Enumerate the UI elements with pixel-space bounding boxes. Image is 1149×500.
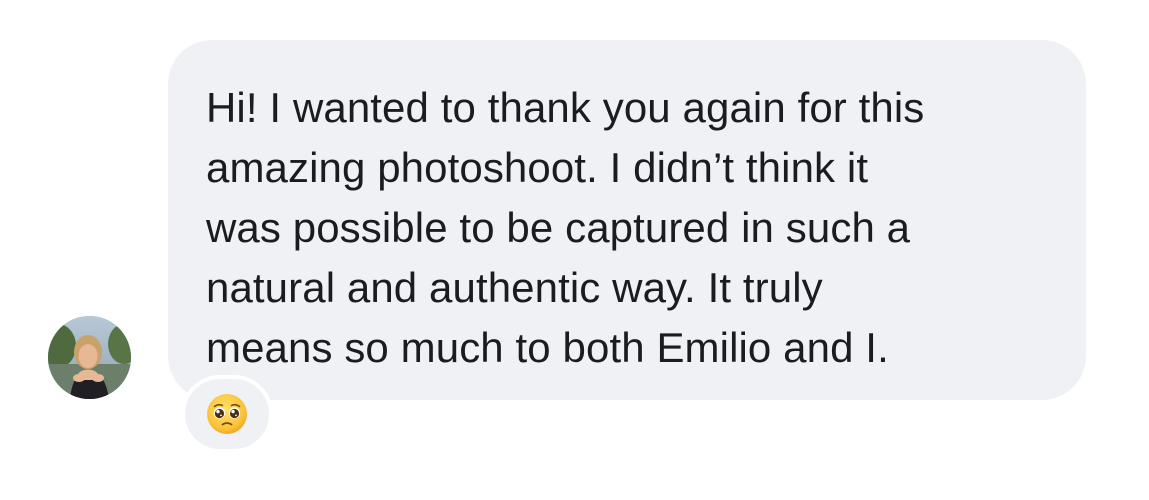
message-line: Hi! I wanted to thank you again for this	[206, 84, 925, 131]
message-bubble[interactable]: Hi! I wanted to thank you again for this…	[168, 40, 1086, 400]
message-line: natural and authentic way. It truly	[206, 264, 823, 311]
chat-thread: Hi! I wanted to thank you again for this…	[0, 0, 1149, 500]
message-line: amazing photoshoot. I didn’t think it	[206, 144, 869, 191]
pleading-face-icon	[207, 394, 247, 434]
avatar-photo	[48, 316, 131, 399]
message-line: was possible to be captured in such a	[206, 204, 911, 251]
message-line: means so much to both Emilio and I.	[206, 324, 889, 371]
message-text: Hi! I wanted to thank you again for this…	[206, 78, 1046, 378]
sender-avatar[interactable]	[48, 316, 131, 399]
reaction-badge[interactable]	[181, 375, 273, 453]
